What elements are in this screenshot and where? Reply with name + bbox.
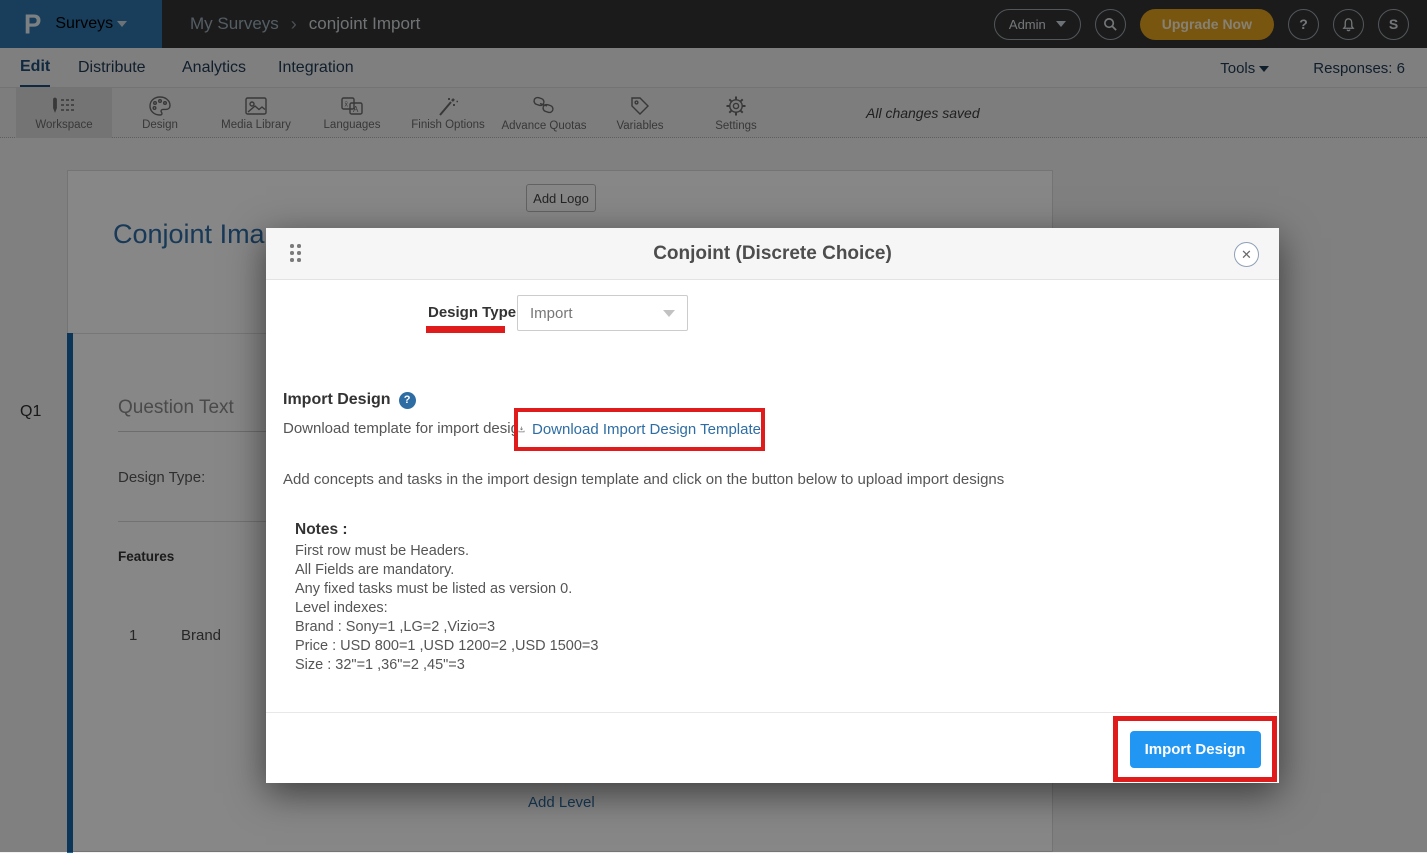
help-icon[interactable]: ? xyxy=(399,392,416,409)
annotation-underline xyxy=(426,326,505,333)
note-line: Price : USD 800=1 ,USD 1200=2 ,USD 1500=… xyxy=(295,637,598,656)
note-line: Brand : Sony=1 ,LG=2 ,Vizio=3 xyxy=(295,618,598,637)
note-line: Any fixed tasks must be listed as versio… xyxy=(295,580,598,599)
notes-heading: Notes : xyxy=(295,521,348,539)
note-line: All Fields are mandatory. xyxy=(295,561,598,580)
drag-handle-icon[interactable] xyxy=(290,244,304,264)
chevron-down-icon xyxy=(663,310,675,317)
design-type-label: Design Type xyxy=(428,304,516,321)
annotation-box-download: Download Import Design Template xyxy=(514,408,765,451)
download-icon xyxy=(518,422,525,437)
note-line: Level indexes: xyxy=(295,599,598,618)
download-import-design-template-link[interactable]: Download Import Design Template xyxy=(532,421,761,438)
close-button[interactable]: ✕ xyxy=(1234,242,1259,267)
import-instructions: Add concepts and tasks in the import des… xyxy=(283,471,1043,488)
modal-footer: Import Design xyxy=(266,712,1277,783)
modal-title: Conjoint (Discrete Choice) xyxy=(653,243,892,265)
import-design-heading: Import Design xyxy=(283,391,391,409)
note-line: Size : 32"=1 ,36"=2 ,45"=3 xyxy=(295,656,598,675)
close-icon: ✕ xyxy=(1241,247,1252,263)
design-type-select[interactable]: Import xyxy=(517,295,688,331)
notes-list: First row must be Headers. All Fields ar… xyxy=(295,542,598,675)
modal-header: Conjoint (Discrete Choice) ✕ xyxy=(266,228,1279,280)
import-design-section: Import Design ? xyxy=(283,391,416,409)
annotation-box-import: Import Design xyxy=(1113,716,1277,782)
import-design-button[interactable]: Import Design xyxy=(1130,731,1261,768)
note-line: First row must be Headers. xyxy=(295,542,598,561)
conjoint-settings-modal: Conjoint (Discrete Choice) ✕ Design Type… xyxy=(266,228,1279,783)
download-template-prompt: Download template for import design xyxy=(283,420,527,437)
